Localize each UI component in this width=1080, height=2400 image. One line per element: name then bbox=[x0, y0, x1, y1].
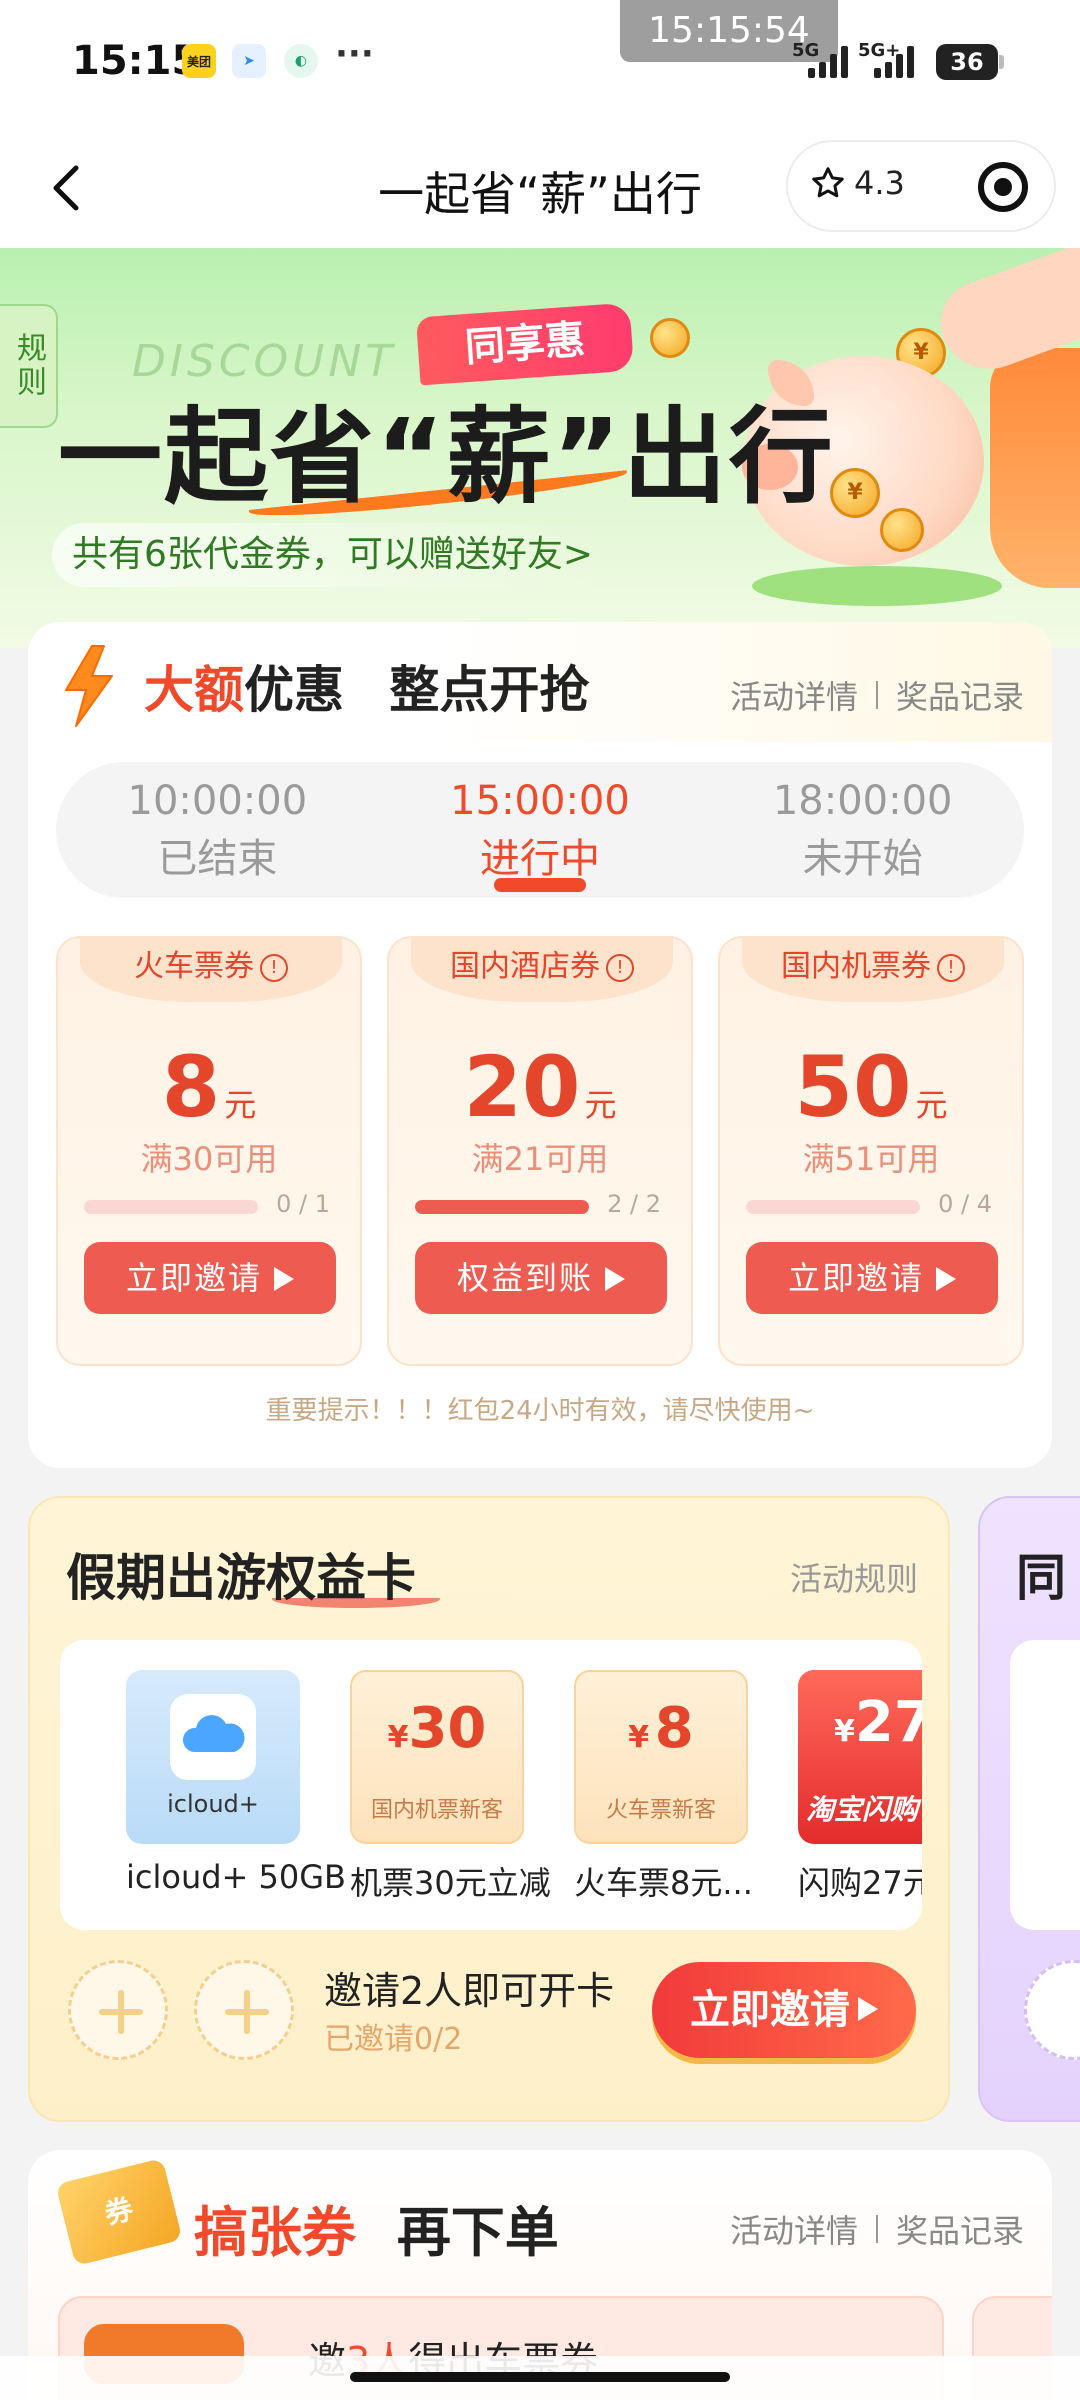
time-slot-18[interactable]: 18:00:00 未开始 bbox=[701, 762, 1024, 898]
flash-sale-links: 活动详情 奖品记录 bbox=[730, 672, 1024, 718]
benefit-list: icloud+ icloud+ 50GB ¥30 国内机票新客 机票30元立减 … bbox=[60, 1640, 922, 1930]
status-bar: 15:15 美团 ➤ ◐ ··· 15:15:54 5G 5G+ 36 bbox=[0, 0, 1080, 128]
coin-icon bbox=[880, 508, 924, 552]
signal-icon bbox=[808, 46, 848, 78]
star-icon bbox=[812, 167, 844, 198]
coupon-flight: 国内机票券! 50 元 满51可用 0 / 4 立即邀请 bbox=[718, 936, 1024, 1366]
prize-records-link[interactable]: 奖品记录 bbox=[896, 672, 1024, 718]
close-target-icon[interactable] bbox=[978, 162, 1028, 212]
flash-sale-title: 大额优惠 整点开抢 bbox=[144, 661, 590, 719]
battery-icon: 36 bbox=[936, 44, 1004, 80]
pedestal-decoration bbox=[752, 566, 1002, 606]
important-tip: 重要提示！！！红包24小时有效，请尽快使用~ bbox=[265, 1396, 815, 1426]
coupon-tag: 国内机票券! bbox=[742, 936, 1004, 1002]
coupon-train: 火车票券! 8元 满30可用 0 / 1 立即邀请 bbox=[56, 936, 362, 1366]
holiday-benefit-card: 假期出游权益卡 活动规则 icloud+ icloud+ 50GB ¥30 国内… bbox=[28, 1496, 950, 2122]
add-friend-slot-2[interactable] bbox=[194, 1960, 294, 2060]
invite-requirement: 邀请2人即可开卡 bbox=[324, 1969, 615, 2013]
invite-now-button[interactable]: 立即邀请 bbox=[84, 1242, 336, 1314]
icloud-tile: icloud+ bbox=[126, 1670, 300, 1844]
add-friend-slot-1[interactable] bbox=[68, 1960, 168, 2060]
coupon-progress-text: 0 / 4 bbox=[938, 1190, 992, 1218]
invite-progress: 已邀请0/2 bbox=[324, 2022, 463, 2057]
flash-buy-tile: ¥27 淘宝闪购 bbox=[798, 1670, 922, 1844]
play-arrow-icon bbox=[605, 1267, 625, 1291]
more-notifications-icon: ··· bbox=[335, 34, 374, 74]
next-benefit-card[interactable]: 同 bbox=[978, 1496, 1080, 2122]
ribbon-decoration bbox=[990, 348, 1080, 588]
hero-banner: ¥ ¥ 规则 DISCOUNT 一起省“薪”出行 同享惠 共有6张代金券，可以赠… bbox=[0, 248, 1080, 648]
benefit-card-title: 假期出游权益卡 bbox=[66, 1549, 416, 1607]
activity-details-link[interactable]: 活动详情 bbox=[730, 672, 858, 718]
coupon-condition: 满51可用 bbox=[802, 1140, 940, 1178]
activity-details-link[interactable]: 活动详情 bbox=[730, 2206, 858, 2252]
mini-program-capsule: 4.3 bbox=[786, 140, 1056, 232]
benefit-item-flash-buy[interactable]: ¥27 淘宝闪购 闪购27元 bbox=[798, 1670, 922, 1904]
flash-sale-card: 大额优惠 整点开抢 活动详情 奖品记录 10:00:00 已结束 15:00:0… bbox=[28, 622, 1052, 1468]
info-icon[interactable]: ! bbox=[937, 954, 965, 982]
voucher-share-link[interactable]: 共有6张代金券，可以赠送好友> bbox=[52, 523, 614, 587]
play-arrow-icon bbox=[936, 1267, 956, 1291]
time-slot-tabs: 10:00:00 已结束 15:00:00 进行中 18:00:00 未开始 bbox=[56, 762, 1024, 898]
status-time: 15:15 bbox=[72, 38, 200, 84]
coupon-condition: 满30可用 bbox=[140, 1140, 278, 1178]
progress-fill bbox=[415, 1200, 589, 1214]
prize-records-link[interactable]: 奖品记录 bbox=[896, 2206, 1024, 2252]
coupon-condition: 满21可用 bbox=[471, 1140, 609, 1178]
rating-button[interactable]: 4.3 bbox=[810, 164, 905, 202]
coupon-progress-text: 0 / 1 bbox=[276, 1190, 330, 1218]
play-arrow-icon bbox=[274, 1267, 294, 1291]
invite-now-button[interactable]: 立即邀请 bbox=[746, 1242, 998, 1314]
time-slot-15[interactable]: 15:00:00 进行中 bbox=[379, 762, 702, 898]
meituan-app-icon: 美团 bbox=[182, 44, 216, 78]
next-card-panel bbox=[1010, 1640, 1080, 1930]
ticket-icon: 券 bbox=[55, 2157, 183, 2267]
icloud-logo-box bbox=[170, 1694, 256, 1780]
invite-now-button[interactable]: 立即邀请 bbox=[652, 1962, 916, 2058]
home-indicator[interactable] bbox=[350, 2372, 730, 2382]
info-icon[interactable]: ! bbox=[606, 954, 634, 982]
divider bbox=[875, 2215, 878, 2243]
play-arrow-icon bbox=[858, 1997, 878, 2021]
benefit-item-icloud[interactable]: icloud+ icloud+ 50GB bbox=[126, 1670, 346, 1896]
info-icon[interactable]: ! bbox=[260, 954, 288, 982]
coupon-amount: 50 元 bbox=[794, 1038, 948, 1136]
add-friend-slot[interactable] bbox=[1024, 1960, 1080, 2060]
coupon-hotel: 国内酒店券! 20 元 满21可用 2 / 2 权益到账 bbox=[387, 936, 693, 1366]
coupon-progress-bar bbox=[415, 1200, 589, 1214]
active-slot-indicator bbox=[494, 878, 586, 892]
coupon-amount: 20 元 bbox=[463, 1038, 617, 1136]
coupon-progress-bar bbox=[84, 1200, 258, 1214]
activity-rules-link[interactable]: 活动规则 bbox=[790, 1554, 918, 1600]
rating-value: 4.3 bbox=[854, 164, 905, 202]
coin-icon bbox=[650, 318, 690, 358]
benefit-item-flight[interactable]: ¥30 国内机票新客 机票30元立减 bbox=[350, 1670, 551, 1904]
flight-voucher-tile: ¥30 国内机票新客 bbox=[350, 1670, 524, 1844]
signal-icon-2 bbox=[874, 46, 914, 78]
rules-tab[interactable]: 规则 bbox=[0, 304, 58, 428]
coupon-grab-title: 搞张券 再下单 bbox=[194, 2201, 559, 2264]
divider bbox=[875, 681, 878, 709]
lightning-icon bbox=[65, 645, 113, 727]
next-card-title: 同 bbox=[1016, 1549, 1066, 1607]
time-slot-10[interactable]: 10:00:00 已结束 bbox=[56, 762, 379, 898]
coupon-tag: 国内酒店券! bbox=[411, 936, 673, 1002]
coin-icon: ¥ bbox=[830, 468, 880, 518]
coupon-progress-text: 2 / 2 bbox=[607, 1190, 661, 1218]
hero-title: 一起省“薪”出行 bbox=[58, 396, 835, 518]
nav-bar: 一起省“薪”出行 4.3 bbox=[0, 128, 1080, 248]
coupon-tag: 火车票券! bbox=[80, 936, 342, 1002]
cloud-icon bbox=[182, 1715, 245, 1752]
coupon-card-links: 活动详情 奖品记录 bbox=[730, 2206, 1024, 2252]
benefit-received-button[interactable]: 权益到账 bbox=[415, 1242, 667, 1314]
coupon-amount: 8元 bbox=[161, 1038, 257, 1136]
train-voucher-tile: ¥ 8 火车票新客 bbox=[574, 1670, 748, 1844]
paper-plane-icon: ➤ bbox=[232, 44, 266, 78]
leaf-app-icon: ◐ bbox=[284, 44, 318, 78]
benefit-item-train[interactable]: ¥ 8 火车票新客 火车票8元... bbox=[574, 1670, 753, 1904]
coupon-progress-bar bbox=[746, 1200, 920, 1214]
